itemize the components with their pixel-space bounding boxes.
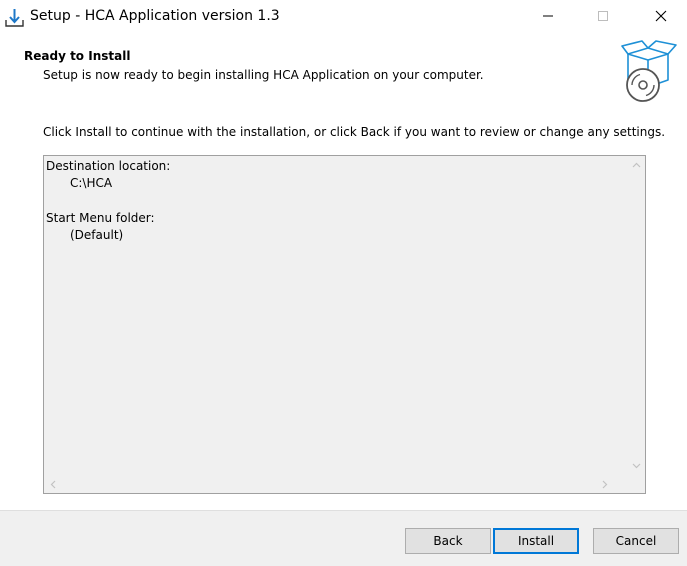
scrollbar-corner xyxy=(628,476,645,493)
destination-value: C:\HCA xyxy=(70,176,113,190)
setup-download-icon xyxy=(4,7,26,29)
back-button[interactable]: Back xyxy=(405,528,491,554)
ready-memo[interactable]: Destination location: C:\HCA Start Menu … xyxy=(43,155,646,494)
maximize-icon xyxy=(597,10,609,25)
minimize-button[interactable] xyxy=(525,0,571,34)
scroll-down-icon[interactable] xyxy=(631,460,642,471)
cancel-button[interactable]: Cancel xyxy=(593,528,679,554)
page-subtitle: Setup is now ready to begin installing H… xyxy=(43,68,484,82)
vertical-scrollbar[interactable] xyxy=(628,156,645,474)
start-menu-label: Start Menu folder: xyxy=(46,211,155,225)
horizontal-scrollbar[interactable] xyxy=(44,476,628,493)
scroll-right-icon[interactable] xyxy=(599,479,610,490)
close-icon xyxy=(655,10,667,25)
start-menu-value: (Default) xyxy=(70,228,124,242)
memo-content: Destination location: C:\HCA Start Menu … xyxy=(46,158,624,474)
title-bar: Setup - HCA Application version 1.3 xyxy=(0,0,687,34)
button-bar: Back Install Cancel xyxy=(0,510,687,566)
install-button[interactable]: Install xyxy=(493,528,579,554)
maximize-button[interactable] xyxy=(580,0,626,34)
instruction-text: Click Install to continue with the insta… xyxy=(43,125,666,139)
scroll-left-icon[interactable] xyxy=(47,479,58,490)
close-button[interactable] xyxy=(638,0,684,34)
box-with-disc-icon xyxy=(618,40,680,104)
page-title: Ready to Install xyxy=(24,49,131,63)
scroll-up-icon[interactable] xyxy=(631,159,642,170)
window-title: Setup - HCA Application version 1.3 xyxy=(30,8,280,24)
destination-label: Destination location: xyxy=(46,159,171,173)
minimize-icon xyxy=(542,10,554,25)
